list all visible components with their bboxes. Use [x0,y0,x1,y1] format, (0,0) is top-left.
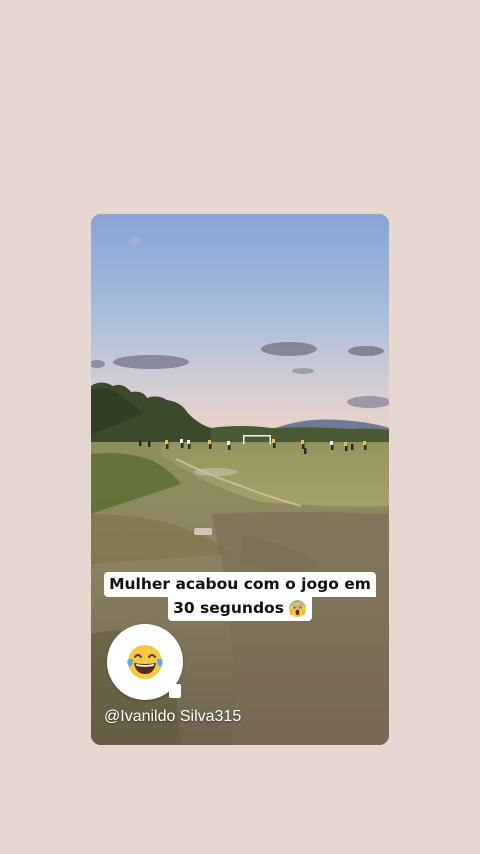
author-handle[interactable]: @Ivanildo Silva315 [104,708,241,726]
sticker-tail [169,684,181,698]
caption-text-2: 30 segundos [173,599,284,617]
face-with-tears-of-joy-icon [127,645,163,679]
caption-line-1: Mulher acabou com o jogo em [104,572,376,597]
caption-text-1: Mulher acabou com o jogo em [109,575,371,593]
story-caption: Mulher acabou com o jogo em 30 segundos [91,572,389,621]
caption-line-2: 30 segundos [168,596,312,621]
story-video-card[interactable]: Mulher acabou com o jogo em 30 segundos [91,214,389,745]
face-screaming-in-fear-icon [288,599,307,618]
